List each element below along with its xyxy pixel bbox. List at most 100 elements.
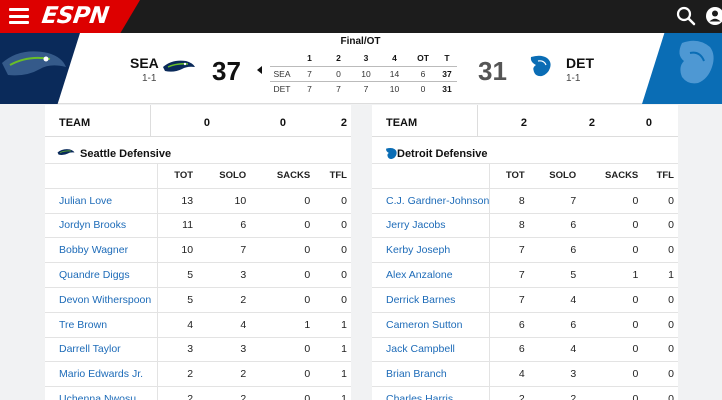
detroit-defense-card: TEAM 2 2 0 Detroit Defensive TOT SOLO SACK…	[372, 105, 678, 400]
player-row: Kerby Joseph 7 6 0 0	[372, 237, 678, 263]
stat-value: 2	[197, 361, 251, 387]
column-header[interactable]: TOT	[489, 163, 529, 189]
stat-value: 6	[528, 212, 581, 238]
player-name-link[interactable]: Tre Brown	[45, 311, 158, 338]
stat-value: 0	[314, 212, 351, 238]
stat-value: 0	[580, 286, 643, 313]
linescore-row-away: SEA 7 0 10 14 6 37	[270, 65, 457, 81]
away-team-score: 37	[212, 56, 241, 86]
stat-value: 10	[197, 187, 251, 214]
section-title: Detroit Defensive	[372, 145, 678, 163]
home-team-abbr[interactable]: DET	[566, 55, 594, 71]
stat-value: 0	[314, 237, 351, 263]
player-name-link[interactable]: Cameron Sutton	[372, 311, 491, 338]
search-icon[interactable]	[676, 6, 696, 26]
stat-value: 0	[642, 336, 678, 362]
stat-value: 0	[642, 187, 678, 214]
stat-value: 4	[157, 311, 198, 338]
stat-value: 0	[580, 361, 643, 387]
stat-value: 2	[157, 386, 198, 400]
stat-value: 0	[250, 237, 315, 263]
player-name-link[interactable]: Quandre Diggs	[45, 262, 158, 288]
stat-value: 0	[250, 187, 315, 214]
seahawks-icon[interactable]	[162, 57, 196, 75]
stat-value: 3	[528, 361, 581, 387]
player-name-link[interactable]: Kerby Joseph	[372, 237, 491, 263]
stat-value: 5	[157, 262, 198, 288]
stat-value: 11	[157, 212, 198, 238]
winner-arrow-icon	[257, 66, 262, 74]
user-account-icon[interactable]	[704, 5, 722, 27]
stat-value: 7	[197, 237, 251, 263]
player-name-link[interactable]: C.J. Gardner-Johnson	[372, 187, 491, 214]
column-header[interactable]: TOT	[157, 163, 198, 189]
player-name-link[interactable]: Brian Branch	[372, 361, 491, 387]
seahawks-banner	[0, 33, 80, 104]
stat-value: 0	[314, 262, 351, 288]
player-name-link[interactable]: Charles Harris	[372, 386, 491, 400]
lions-icon[interactable]	[527, 54, 553, 78]
espn-logo[interactable]: ESPN	[40, 3, 110, 29]
seahawks-logo-icon	[2, 51, 66, 76]
column-header[interactable]: SACKS	[250, 163, 315, 189]
lions-icon	[386, 147, 397, 159]
stat-value: 13	[157, 187, 198, 214]
stats-header-row: TOT SOLO SACKS TFL	[45, 163, 351, 189]
column-header[interactable]: TFL	[314, 163, 351, 189]
player-row: Jordyn Brooks 11 6 0 0	[45, 212, 351, 238]
stat-value: 8	[489, 187, 529, 214]
column-header[interactable]	[372, 163, 491, 189]
away-team-record: 1-1	[142, 73, 157, 84]
player-row: Quandre Diggs 5 3 0 0	[45, 262, 351, 288]
defense-stats-table: TOT SOLO SACKS TFL Julian Love 13 10 0 0 Jordyn B…	[45, 163, 351, 400]
stat-value: 0	[642, 212, 678, 238]
player-name-link[interactable]: Uchenna Nwosu	[45, 386, 158, 400]
game-scoreboard: SEA 1-1 37 Final/OT 1 2 3 4 OT T SEA 7 0…	[0, 33, 722, 104]
player-row: Uchenna Nwosu 2 2 0 1	[45, 386, 351, 400]
stat-value: 2	[489, 386, 529, 400]
stat-value: 10	[157, 237, 198, 263]
player-name-link[interactable]: Darrell Taylor	[45, 336, 158, 362]
player-name-link[interactable]: Derrick Barnes	[372, 286, 491, 313]
player-row: Tre Brown 4 4 1 1	[45, 311, 351, 338]
player-name-link[interactable]: Jack Campbell	[372, 336, 491, 362]
stat-value: 6	[528, 237, 581, 263]
player-name-link[interactable]: Jerry Jacobs	[372, 212, 491, 238]
column-header[interactable]: TFL	[642, 163, 678, 189]
column-header[interactable]: SACKS	[580, 163, 643, 189]
column-header[interactable]: SOLO	[528, 163, 581, 189]
stat-value: 1	[314, 336, 351, 362]
stat-value: 0	[250, 336, 315, 362]
stat-value: 6	[528, 311, 581, 338]
linescore: 1 2 3 4 OT T SEA 7 0 10 14 6 37 DET 7 7 …	[270, 51, 457, 96]
column-header[interactable]: SOLO	[197, 163, 251, 189]
player-name-link[interactable]: Jordyn Brooks	[45, 212, 158, 238]
stat-value: 4	[489, 361, 529, 387]
menu-icon[interactable]	[9, 8, 29, 24]
stat-value: 3	[157, 336, 198, 362]
player-name-link[interactable]: Mario Edwards Jr.	[45, 361, 158, 387]
stat-value: 5	[528, 262, 581, 288]
player-name-link[interactable]: Devon Witherspoon	[45, 286, 158, 313]
away-team-abbr[interactable]: SEA	[130, 55, 159, 71]
stat-value: 8	[489, 212, 529, 238]
stat-value: 0	[250, 262, 315, 288]
player-name-link[interactable]: Bobby Wagner	[45, 237, 158, 263]
player-name-link[interactable]: Julian Love	[45, 187, 158, 214]
stat-value: 1	[642, 262, 678, 288]
stat-value: 6	[489, 336, 529, 362]
player-row: Cameron Sutton 6 6 0 0	[372, 311, 678, 338]
player-row: Charles Harris 2 2 0 0	[372, 386, 678, 400]
stat-value: 3	[197, 262, 251, 288]
team-totals-row: TEAM 0 0 2	[45, 105, 351, 137]
player-name-link[interactable]: Alex Anzalone	[372, 262, 491, 288]
stat-value: 2	[197, 386, 251, 400]
stat-value: 2	[197, 286, 251, 313]
player-row: Devon Witherspoon 5 2 0 0	[45, 286, 351, 313]
stat-value: 1	[250, 311, 315, 338]
seattle-defense-card: TEAM 0 0 2 Seattle Defensive TOT SOLO SACK…	[45, 105, 351, 400]
stat-value: 0	[250, 212, 315, 238]
stat-value: 7	[489, 262, 529, 288]
stat-value: 7	[489, 237, 529, 263]
column-header[interactable]	[45, 163, 158, 189]
